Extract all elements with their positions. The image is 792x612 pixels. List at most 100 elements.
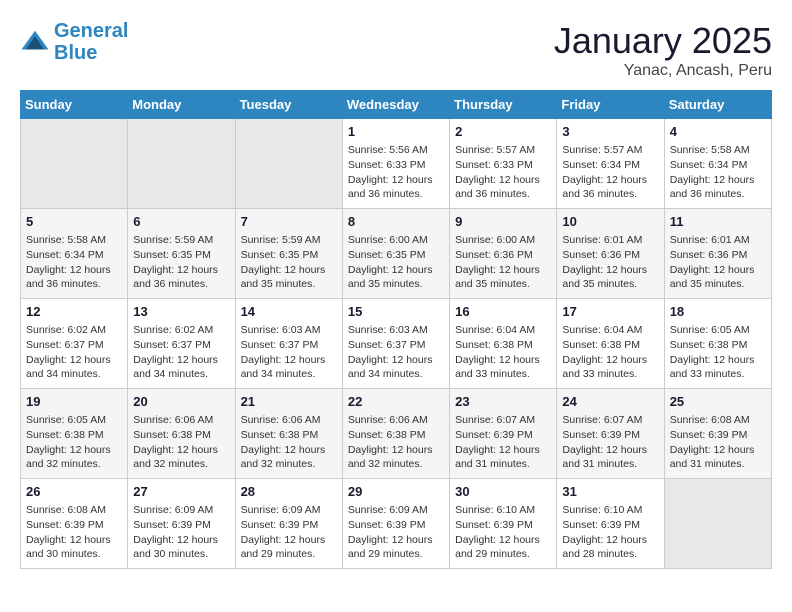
calendar-table: SundayMondayTuesdayWednesdayThursdayFrid… bbox=[20, 90, 772, 569]
calendar-cell: 16Sunrise: 6:04 AM Sunset: 6:38 PM Dayli… bbox=[450, 299, 557, 389]
calendar-cell: 19 Sunrise: 6:05 AM Sunset: 6:38 PM Dayli… bbox=[21, 389, 128, 479]
calendar-cell: 11 Sunrise: 6:01 AM Sunset: 6:36 PM Dayli… bbox=[664, 209, 771, 299]
calendar-cell: 20 Sunrise: 6:06 AM Sunset: 6:38 PM Dayli… bbox=[128, 389, 235, 479]
day-number: 22 bbox=[348, 393, 444, 411]
weekday-header: Sunday bbox=[21, 91, 128, 119]
day-number: 27 bbox=[133, 483, 229, 501]
day-info: Sunrise: 5:56 AM Sunset: 6:33 PM Dayligh… bbox=[348, 144, 433, 200]
day-info: Sunrise: 6:07 AM Sunset: 6:39 PM Dayligh… bbox=[562, 414, 647, 470]
day-number: 14 bbox=[241, 303, 337, 321]
calendar-cell: 1Sunrise: 5:56 AM Sunset: 6:33 PM Daylig… bbox=[342, 119, 449, 209]
day-number: 25 bbox=[670, 393, 766, 411]
day-info: Sunrise: 6:00 AM Sunset: 6:35 PM Dayligh… bbox=[348, 234, 433, 290]
calendar-week-row: 12Sunrise: 6:02 AM Sunset: 6:37 PM Dayli… bbox=[21, 299, 772, 389]
weekday-header: Wednesday bbox=[342, 91, 449, 119]
calendar-cell bbox=[21, 119, 128, 209]
day-number: 8 bbox=[348, 213, 444, 231]
day-info: Sunrise: 6:09 AM Sunset: 6:39 PM Dayligh… bbox=[348, 504, 433, 560]
day-number: 18 bbox=[670, 303, 766, 321]
calendar-cell: 2 Sunrise: 5:57 AM Sunset: 6:33 PM Daylig… bbox=[450, 119, 557, 209]
day-info: Sunrise: 6:06 AM Sunset: 6:38 PM Dayligh… bbox=[133, 414, 218, 470]
calendar-cell bbox=[235, 119, 342, 209]
calendar-cell: 26 Sunrise: 6:08 AM Sunset: 6:39 PM Dayli… bbox=[21, 479, 128, 569]
weekday-header-row: SundayMondayTuesdayWednesdayThursdayFrid… bbox=[21, 91, 772, 119]
day-info: Sunrise: 5:59 AM Sunset: 6:35 PM Dayligh… bbox=[241, 234, 326, 290]
calendar-cell: 6 Sunrise: 5:59 AM Sunset: 6:35 PM Daylig… bbox=[128, 209, 235, 299]
day-info: Sunrise: 6:01 AM Sunset: 6:36 PM Dayligh… bbox=[562, 234, 647, 290]
day-number: 2 bbox=[455, 123, 551, 141]
calendar-cell: 14 Sunrise: 6:03 AM Sunset: 6:37 PM Dayli… bbox=[235, 299, 342, 389]
calendar-cell: 29 Sunrise: 6:09 AM Sunset: 6:39 PM Dayli… bbox=[342, 479, 449, 569]
day-number: 19 bbox=[26, 393, 122, 411]
calendar-cell: 10 Sunrise: 6:01 AM Sunset: 6:36 PM Dayli… bbox=[557, 209, 664, 299]
day-info: Sunrise: 6:09 AM Sunset: 6:39 PM Dayligh… bbox=[241, 504, 326, 560]
day-info: Sunrise: 5:57 AM Sunset: 6:33 PM Dayligh… bbox=[455, 144, 540, 200]
calendar-cell: 15 Sunrise: 6:03 AM Sunset: 6:37 PM Dayli… bbox=[342, 299, 449, 389]
day-number: 10 bbox=[562, 213, 658, 231]
logo-text: General Blue bbox=[54, 20, 128, 64]
day-number: 29 bbox=[348, 483, 444, 501]
calendar-cell: 3Sunrise: 5:57 AM Sunset: 6:34 PM Daylig… bbox=[557, 119, 664, 209]
calendar-cell: 31 Sunrise: 6:10 AM Sunset: 6:39 PM Dayli… bbox=[557, 479, 664, 569]
day-info: Sunrise: 6:05 AM Sunset: 6:38 PM Dayligh… bbox=[26, 414, 111, 470]
day-number: 20 bbox=[133, 393, 229, 411]
day-info: Sunrise: 6:05 AM Sunset: 6:38 PM Dayligh… bbox=[670, 324, 755, 380]
day-number: 5 bbox=[26, 213, 122, 231]
day-info: Sunrise: 5:59 AM Sunset: 6:35 PM Dayligh… bbox=[133, 234, 218, 290]
calendar-cell: 30 Sunrise: 6:10 AM Sunset: 6:39 PM Dayli… bbox=[450, 479, 557, 569]
day-info: Sunrise: 6:07 AM Sunset: 6:39 PM Dayligh… bbox=[455, 414, 540, 470]
calendar-cell: 13 Sunrise: 6:02 AM Sunset: 6:37 PM Dayli… bbox=[128, 299, 235, 389]
calendar-cell bbox=[664, 479, 771, 569]
weekday-header: Saturday bbox=[664, 91, 771, 119]
weekday-header: Tuesday bbox=[235, 91, 342, 119]
calendar-cell bbox=[128, 119, 235, 209]
day-info: Sunrise: 6:03 AM Sunset: 6:37 PM Dayligh… bbox=[241, 324, 326, 380]
title-block: January 2025 Yanac, Ancash, Peru bbox=[554, 20, 772, 80]
day-number: 28 bbox=[241, 483, 337, 501]
calendar-cell: 18 Sunrise: 6:05 AM Sunset: 6:38 PM Dayli… bbox=[664, 299, 771, 389]
page-header: General Blue January 2025 Yanac, Ancash,… bbox=[20, 20, 772, 80]
day-info: Sunrise: 5:58 AM Sunset: 6:34 PM Dayligh… bbox=[670, 144, 755, 200]
calendar-cell: 27 Sunrise: 6:09 AM Sunset: 6:39 PM Dayli… bbox=[128, 479, 235, 569]
logo: General Blue bbox=[20, 20, 128, 64]
day-info: Sunrise: 6:09 AM Sunset: 6:39 PM Dayligh… bbox=[133, 504, 218, 560]
calendar-cell: 7Sunrise: 5:59 AM Sunset: 6:35 PM Daylig… bbox=[235, 209, 342, 299]
day-number: 3 bbox=[562, 123, 658, 141]
day-number: 4 bbox=[670, 123, 766, 141]
calendar-week-row: 5 Sunrise: 5:58 AM Sunset: 6:34 PM Daylig… bbox=[21, 209, 772, 299]
day-info: Sunrise: 6:10 AM Sunset: 6:39 PM Dayligh… bbox=[455, 504, 540, 560]
day-info: Sunrise: 6:04 AM Sunset: 6:38 PM Dayligh… bbox=[562, 324, 647, 380]
day-number: 13 bbox=[133, 303, 229, 321]
calendar-cell: 22Sunrise: 6:06 AM Sunset: 6:38 PM Dayli… bbox=[342, 389, 449, 479]
day-info: Sunrise: 5:58 AM Sunset: 6:34 PM Dayligh… bbox=[26, 234, 111, 290]
calendar-cell: 21 Sunrise: 6:06 AM Sunset: 6:38 PM Dayli… bbox=[235, 389, 342, 479]
calendar-cell: 12Sunrise: 6:02 AM Sunset: 6:37 PM Dayli… bbox=[21, 299, 128, 389]
day-info: Sunrise: 6:06 AM Sunset: 6:38 PM Dayligh… bbox=[241, 414, 326, 470]
page-title: January 2025 bbox=[554, 20, 772, 62]
day-number: 11 bbox=[670, 213, 766, 231]
page-subtitle: Yanac, Ancash, Peru bbox=[554, 62, 772, 80]
day-number: 21 bbox=[241, 393, 337, 411]
weekday-header: Thursday bbox=[450, 91, 557, 119]
day-number: 31 bbox=[562, 483, 658, 501]
calendar-cell: 25Sunrise: 6:08 AM Sunset: 6:39 PM Dayli… bbox=[664, 389, 771, 479]
day-number: 26 bbox=[26, 483, 122, 501]
day-number: 17 bbox=[562, 303, 658, 321]
calendar-week-row: 1Sunrise: 5:56 AM Sunset: 6:33 PM Daylig… bbox=[21, 119, 772, 209]
calendar-cell: 8 Sunrise: 6:00 AM Sunset: 6:35 PM Daylig… bbox=[342, 209, 449, 299]
calendar-cell: 28 Sunrise: 6:09 AM Sunset: 6:39 PM Dayli… bbox=[235, 479, 342, 569]
day-number: 30 bbox=[455, 483, 551, 501]
day-info: Sunrise: 6:10 AM Sunset: 6:39 PM Dayligh… bbox=[562, 504, 647, 560]
day-number: 15 bbox=[348, 303, 444, 321]
day-info: Sunrise: 6:03 AM Sunset: 6:37 PM Dayligh… bbox=[348, 324, 433, 380]
calendar-week-row: 26 Sunrise: 6:08 AM Sunset: 6:39 PM Dayli… bbox=[21, 479, 772, 569]
day-info: Sunrise: 6:08 AM Sunset: 6:39 PM Dayligh… bbox=[26, 504, 111, 560]
weekday-header: Monday bbox=[128, 91, 235, 119]
day-info: Sunrise: 6:01 AM Sunset: 6:36 PM Dayligh… bbox=[670, 234, 755, 290]
calendar-cell: 23Sunrise: 6:07 AM Sunset: 6:39 PM Dayli… bbox=[450, 389, 557, 479]
day-info: Sunrise: 6:02 AM Sunset: 6:37 PM Dayligh… bbox=[26, 324, 111, 380]
calendar-cell: 24Sunrise: 6:07 AM Sunset: 6:39 PM Dayli… bbox=[557, 389, 664, 479]
day-info: Sunrise: 6:02 AM Sunset: 6:37 PM Dayligh… bbox=[133, 324, 218, 380]
day-number: 6 bbox=[133, 213, 229, 231]
day-number: 9 bbox=[455, 213, 551, 231]
